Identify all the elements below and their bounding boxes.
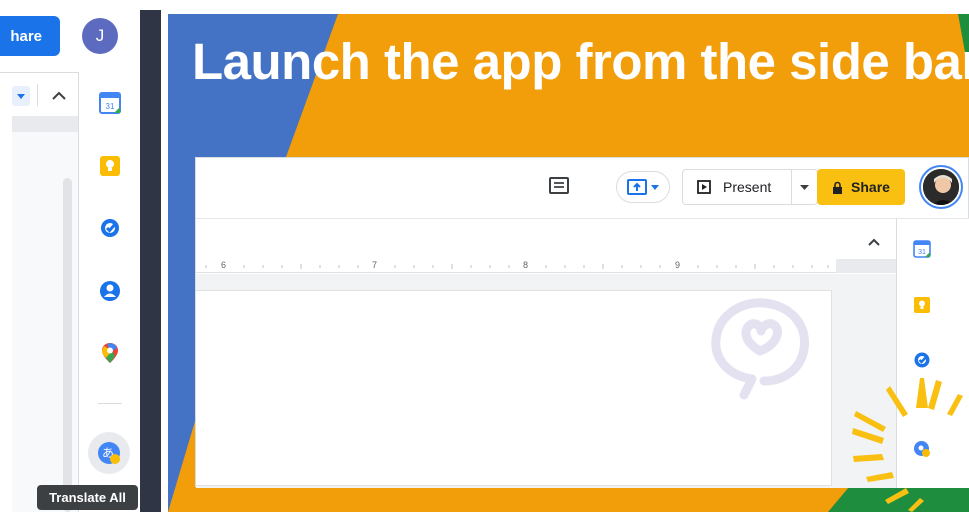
keep-icon[interactable] <box>99 155 121 177</box>
translate-button[interactable]: あ <box>88 432 130 474</box>
share-button-label: hare <box>10 27 42 45</box>
contacts-icon[interactable] <box>99 280 121 302</box>
highlight-burst <box>852 378 963 512</box>
chevron-down-icon <box>17 93 25 99</box>
left-app-window: hare J 31 あ Translate All <box>0 0 160 512</box>
tooltip-text: Translate All <box>49 490 126 505</box>
tooltip: Translate All <box>37 485 138 510</box>
contacts-icon-graphic <box>100 281 120 301</box>
calendar-icon-graphic: 31 <box>99 92 121 114</box>
side-panel-divider <box>98 403 122 404</box>
tutorial-slide: Launch the app from the side bar Present… <box>168 14 969 512</box>
tasks-icon[interactable] <box>99 217 121 239</box>
scrollbar[interactable] <box>63 178 72 512</box>
calendar-icon[interactable]: 31 <box>99 92 121 114</box>
keep-icon-graphic <box>100 156 120 176</box>
avatar-initial: J <box>95 26 105 45</box>
tasks-icon-graphic <box>101 219 119 237</box>
toolbar-separator <box>37 84 38 106</box>
maps-icon[interactable] <box>99 342 121 364</box>
translate-icon: あ <box>98 442 120 464</box>
ruler-bar <box>12 116 78 132</box>
maps-icon-graphic <box>102 343 118 363</box>
collapse-toolbar-button[interactable] <box>48 84 70 106</box>
calendar-day-text: 31 <box>106 102 115 111</box>
avatar[interactable]: J <box>82 18 118 54</box>
screenshot: hare J 31 あ Translate All Launch the app… <box>0 0 969 512</box>
chevron-up-icon <box>52 91 66 100</box>
dropdown-caret-button[interactable] <box>12 86 30 106</box>
share-button[interactable]: hare <box>0 16 60 56</box>
window-edge <box>140 10 161 512</box>
